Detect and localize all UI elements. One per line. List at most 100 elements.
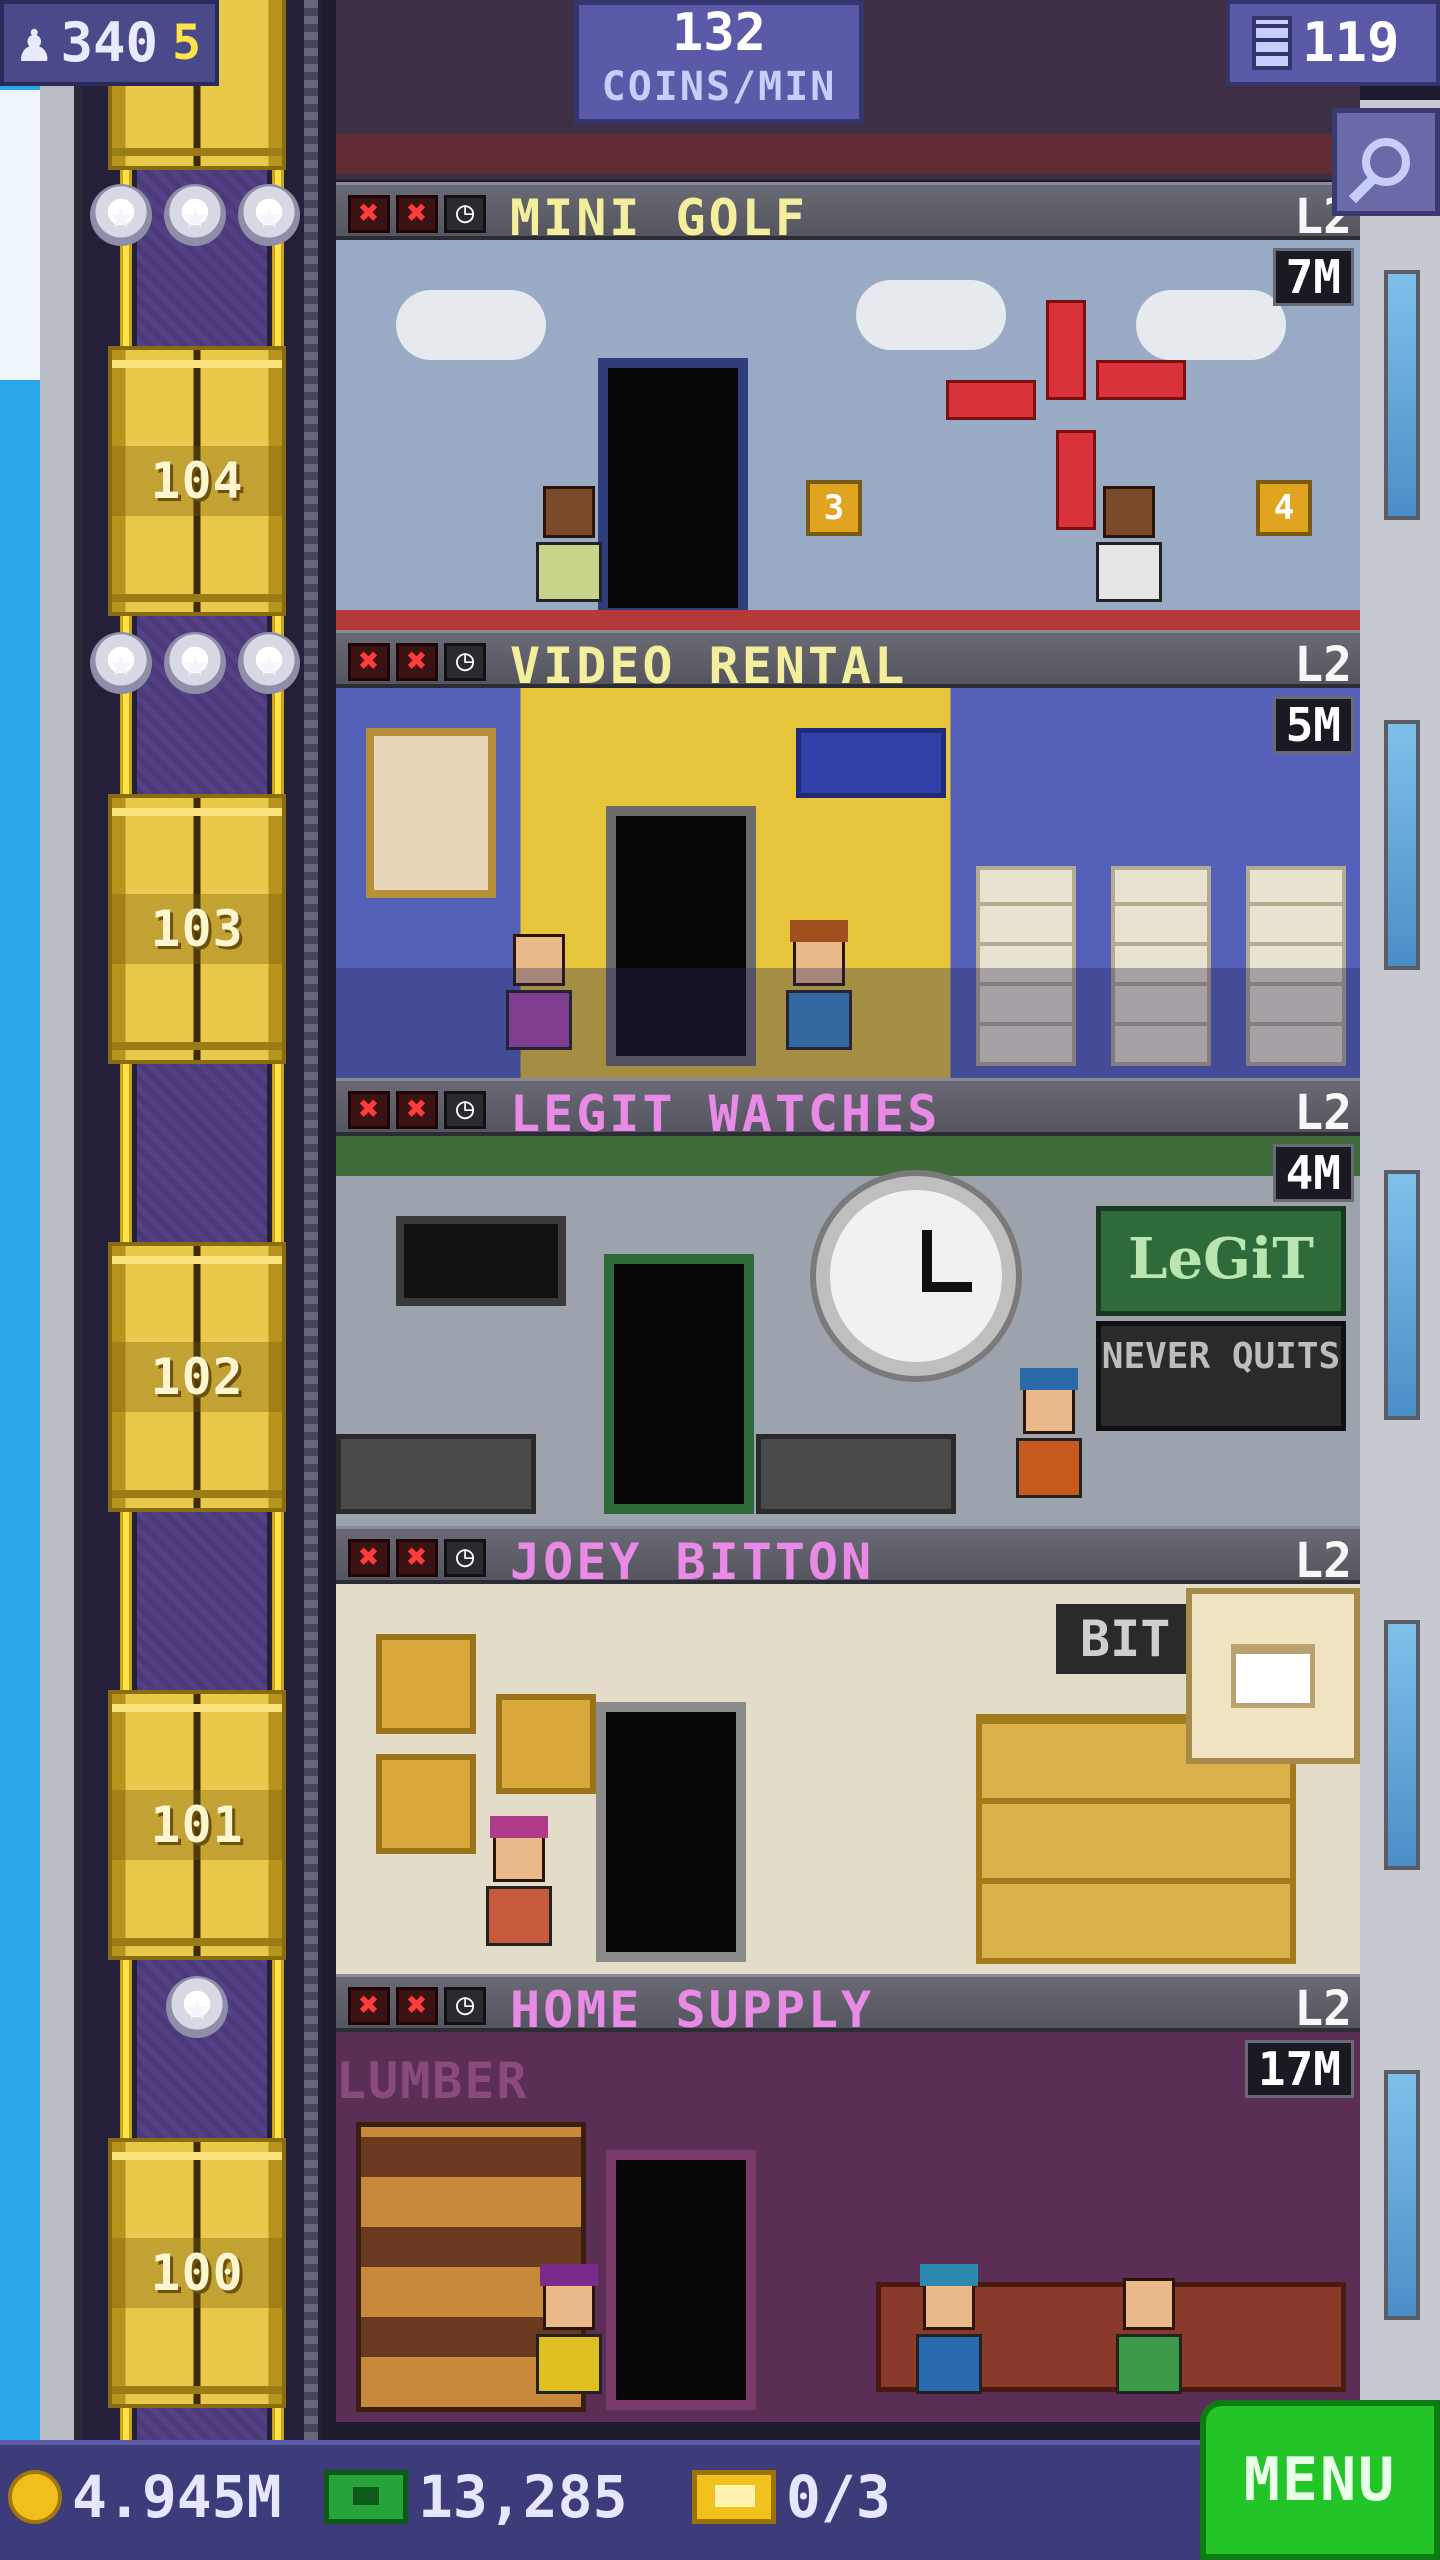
elevator-floor-number: 101 (112, 1790, 282, 1860)
menu-button[interactable]: MENU (1200, 2400, 1440, 2560)
search-button[interactable] (1332, 108, 1440, 216)
floor-room[interactable]: LeGiT NEVER QUITS (336, 1136, 1360, 1526)
floor-status-icons: ✖ ✖ ◷ (348, 195, 486, 233)
visitor-avatar[interactable] (536, 2264, 602, 2408)
elevator-car[interactable]: 102 (108, 1242, 286, 1512)
avatar-body (1116, 2334, 1182, 2394)
big-clock-decor (816, 1176, 1016, 1376)
visitor-avatar[interactable] (536, 486, 602, 616)
floor-room[interactable]: LUMBER (336, 2032, 1360, 2422)
elevator-car[interactable]: 103 (108, 794, 286, 1064)
stock-badge: 4M (1272, 1144, 1354, 1202)
sky-background (0, 0, 40, 2560)
floor-video-rental[interactable]: ✖ ✖ ◷ VIDEO RENTAL L2 5M (336, 630, 1360, 1078)
floor-level: L2 (1294, 1981, 1352, 2037)
star-icon: ★ (164, 632, 226, 694)
person-icon: ♟ (18, 11, 51, 74)
floor-legit-watches[interactable]: ✖ ✖ ◷ LEGIT WATCHES L2 LeGiT NEVER QUITS… (336, 1078, 1360, 1526)
floor-status-icons: ✖ ✖ ◷ (348, 1091, 486, 1129)
stock-badge: 17M (1244, 2040, 1354, 2098)
coins-value: 4.945M (72, 2463, 282, 2531)
clock-minute-hand (922, 1282, 972, 1292)
floor-rating-stars: ★ (166, 1976, 236, 2038)
video-shelf (1111, 866, 1211, 1066)
tickets-value: 0/3 (786, 2463, 891, 2531)
carpet (336, 610, 1360, 630)
worker-avatar[interactable] (1116, 2278, 1182, 2408)
elevator-car[interactable]: 101 (108, 1690, 286, 1960)
floor-header: ✖ ✖ ◷ VIDEO RENTAL L2 (336, 630, 1360, 695)
window (1384, 1620, 1420, 1870)
elevator-cable (304, 0, 318, 2440)
floor-room[interactable]: 3 4 (336, 240, 1360, 630)
avatar-hat (490, 1816, 548, 1838)
windmill-blade (1096, 360, 1186, 400)
floor-count: 119 (1302, 11, 1400, 74)
floor-level: L2 (1294, 637, 1352, 693)
restock-cup-button[interactable] (1186, 1588, 1360, 1764)
close-icon: ✖ (396, 1987, 438, 2025)
clock-hour-hand (922, 1230, 932, 1290)
floor-status-icons: ✖ ✖ ◷ (348, 1987, 486, 2025)
window (1384, 1170, 1420, 1420)
room-door (598, 358, 748, 618)
close-icon: ✖ (348, 1987, 390, 2025)
worker-avatar[interactable] (1016, 1368, 1082, 1512)
floor-name: VIDEO RENTAL (510, 637, 908, 695)
windmill-blade (1046, 300, 1086, 400)
slogan-sign: NEVER QUITS (1096, 1321, 1346, 1431)
elevator-car[interactable]: 104 (108, 346, 286, 616)
cloud-decor (856, 280, 1006, 350)
visitor-avatar[interactable] (506, 934, 572, 1064)
tower-bux-icon (324, 2470, 408, 2524)
worker-avatar[interactable] (786, 920, 852, 1064)
clock-icon: ◷ (444, 1091, 486, 1129)
search-icon (1362, 138, 1410, 186)
wall-edge (74, 0, 82, 2440)
elevator-car[interactable]: 100 (108, 2138, 286, 2408)
elevator-floor-number: 104 (112, 446, 282, 516)
star-icon: ★ (90, 632, 152, 694)
close-icon: ✖ (348, 1091, 390, 1129)
lumber-sign: LUMBER (336, 2052, 529, 2110)
avatar-body (506, 990, 572, 1050)
close-icon: ✖ (348, 195, 390, 233)
floor-count-badge[interactable]: 119 (1226, 0, 1440, 86)
coins-per-min-unit: COINS/MIN (601, 64, 837, 110)
avatar-hat (540, 2264, 598, 2286)
close-icon: ✖ (348, 1539, 390, 1577)
avatar-hat (790, 920, 848, 942)
cloud-decor (1136, 290, 1286, 360)
floor-name: JOEY BITTON (510, 1533, 875, 1591)
brand-sign: LeGiT (1096, 1206, 1346, 1316)
avatar-body (486, 1886, 552, 1946)
floor-room[interactable] (336, 688, 1360, 1078)
population-badge[interactable]: ♟ 340 5 (0, 0, 219, 86)
floor-mini-golf[interactable]: ✖ ✖ ◷ MINI GOLF L2 3 4 7M (336, 182, 1360, 630)
avatar-hat (1020, 1368, 1078, 1390)
floor-status-icons: ✖ ✖ ◷ (348, 643, 486, 681)
bag-frame (376, 1754, 476, 1854)
worker-avatar[interactable] (486, 1816, 552, 1960)
avatar-head (1123, 2278, 1175, 2330)
hole-sign: 4 (1256, 480, 1312, 536)
floor-header: ✖ ✖ ◷ JOEY BITTON L2 (336, 1526, 1360, 1591)
floor-level: L2 (1294, 1085, 1352, 1141)
close-icon: ✖ (396, 195, 438, 233)
worker-avatar[interactable] (916, 2264, 982, 2408)
clock-icon: ◷ (444, 1987, 486, 2025)
close-icon: ✖ (396, 1091, 438, 1129)
floor-name: HOME SUPPLY (510, 1981, 875, 2039)
golden-ticket-icon (692, 2470, 776, 2524)
floor-rating-stars: ★ ★ ★ (90, 184, 310, 246)
close-icon: ✖ (396, 1539, 438, 1577)
floor-home-supply[interactable]: ✖ ✖ ◷ HOME SUPPLY L2 LUMBER 17M (336, 1974, 1360, 2422)
elevator-floor-number: 103 (112, 894, 282, 964)
display-counter (756, 1434, 956, 1514)
video-shelf (1246, 866, 1346, 1066)
tickets-display[interactable]: 0/3 (692, 2463, 891, 2531)
coins-display[interactable]: 4.945M (8, 2463, 282, 2531)
star-icon: ★ (166, 1976, 228, 2038)
stock-badge: 7M (1272, 248, 1354, 306)
bux-display[interactable]: 13,285 (324, 2463, 628, 2531)
